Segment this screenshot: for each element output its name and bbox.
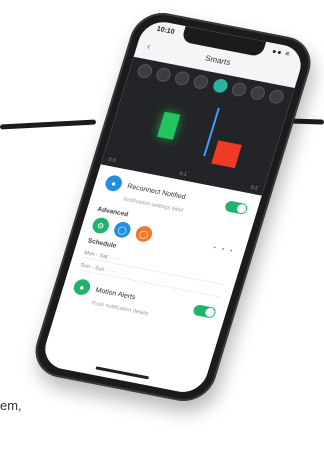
tool-icon[interactable] bbox=[229, 81, 248, 98]
status-time: 10:10 bbox=[155, 25, 176, 36]
back-icon[interactable]: ‹ bbox=[146, 41, 153, 52]
status-icons: ●● ≡ bbox=[270, 48, 292, 59]
background-cable bbox=[0, 119, 97, 130]
tool-icon[interactable] bbox=[135, 63, 154, 80]
more-dots: • • • bbox=[212, 244, 236, 255]
settings-icon[interactable]: ⚙ bbox=[90, 216, 111, 235]
home-indicator[interactable] bbox=[95, 366, 150, 380]
tool-icon-active[interactable] bbox=[211, 77, 229, 94]
camera-icon: ● bbox=[71, 277, 93, 297]
smartphone: 10:10 ●● ≡ ‹ Smarts 0.0 0.1 0.2 ● Reconn… bbox=[28, 7, 318, 407]
detection-zone-red[interactable] bbox=[211, 140, 242, 169]
detection-zone-green[interactable] bbox=[157, 111, 181, 140]
bell-icon: ● bbox=[103, 174, 124, 193]
app-title: Smarts bbox=[204, 53, 232, 68]
timeline-label: 0.0 bbox=[107, 156, 117, 165]
alarm-icon[interactable]: ◯ bbox=[133, 224, 155, 244]
tool-icon[interactable] bbox=[154, 66, 173, 83]
tool-icon[interactable] bbox=[267, 88, 286, 105]
timeline-label: 0.1 bbox=[178, 170, 188, 178]
phone-screen: 10:10 ●● ≡ ‹ Smarts 0.0 0.1 0.2 ● Reconn… bbox=[39, 18, 307, 396]
settings-panel: ● Reconnect Notified Notification settin… bbox=[39, 164, 262, 396]
tool-icon[interactable] bbox=[173, 70, 192, 87]
tool-icon[interactable] bbox=[248, 84, 267, 102]
tool-icon[interactable] bbox=[192, 74, 211, 91]
timeline-label: 0.2 bbox=[249, 184, 259, 192]
shield-icon[interactable]: ◯ bbox=[112, 220, 133, 239]
photo-scene: em, 10:10 ●● ≡ ‹ Smarts 0.0 0.1 0.2 ● Re… bbox=[0, 0, 324, 461]
feature-toggle-switch[interactable] bbox=[223, 199, 249, 215]
bottom-toggle-switch[interactable] bbox=[192, 303, 218, 319]
caption-text: em, bbox=[0, 398, 22, 413]
